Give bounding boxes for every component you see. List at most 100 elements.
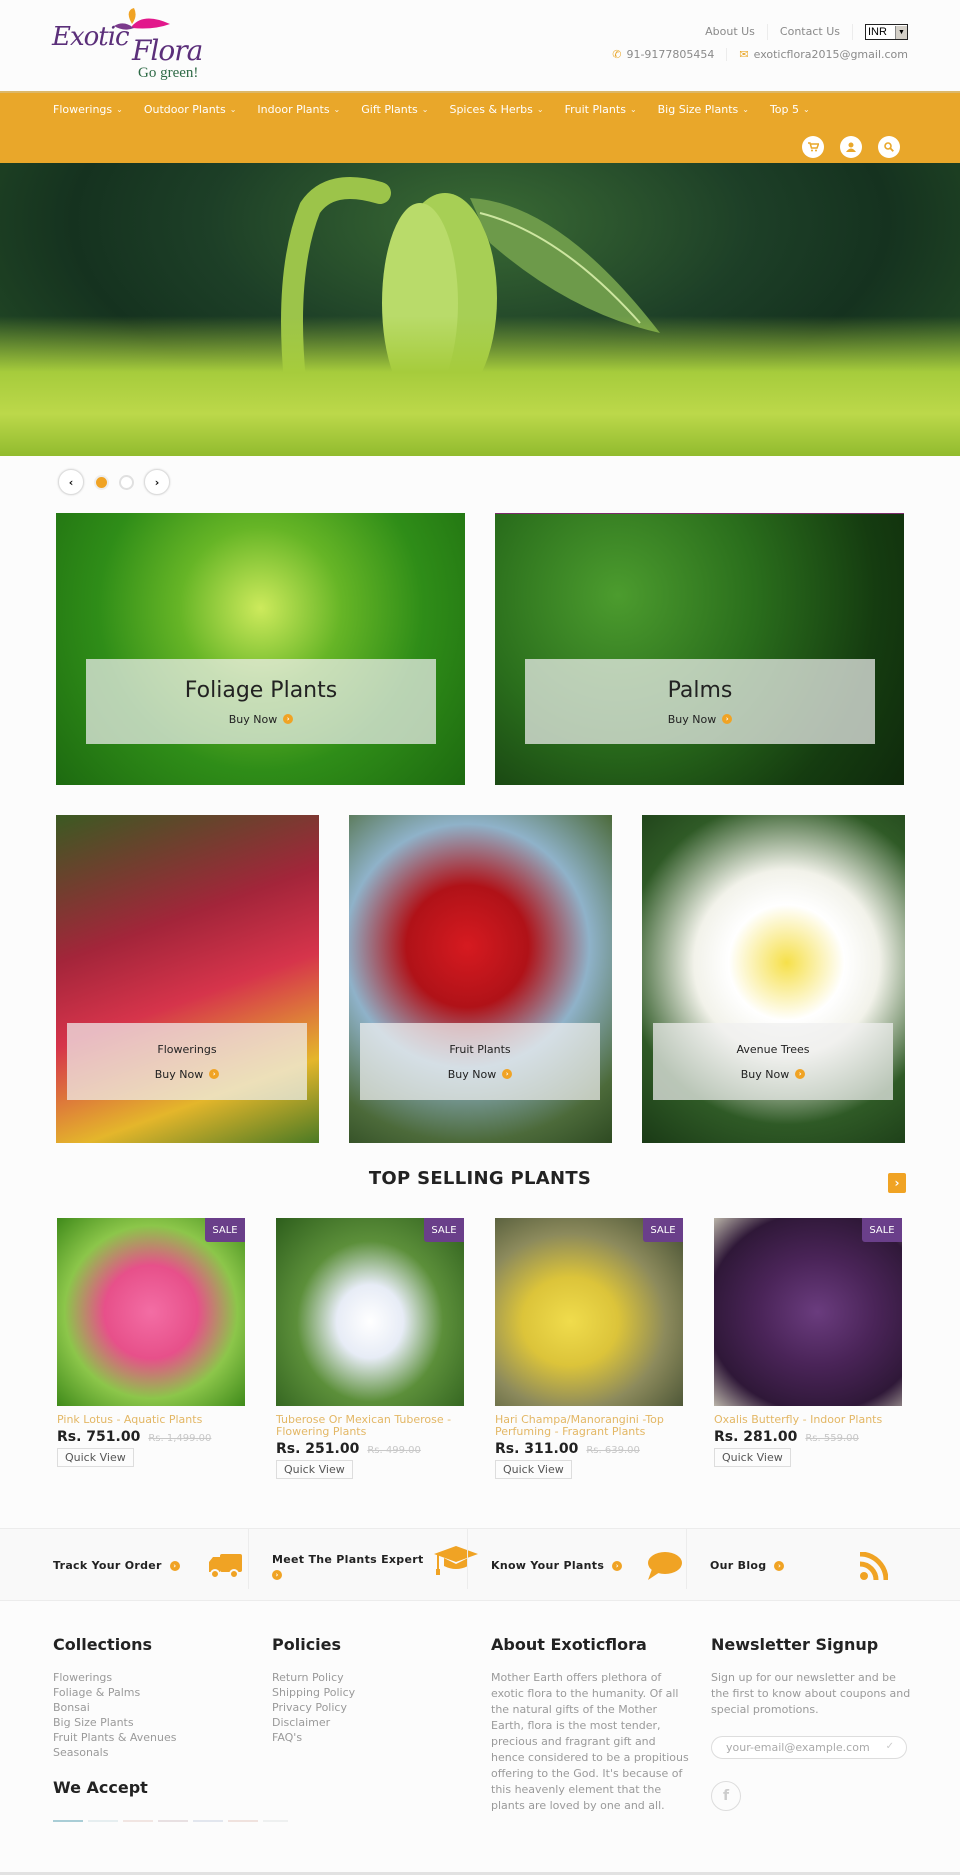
nav-label: Indoor Plants <box>257 103 330 116</box>
product-image[interactable]: SALE <box>495 1218 683 1406</box>
product-image[interactable]: SALE <box>57 1218 245 1406</box>
nav-item-spices-herbs[interactable]: Spices & Herbs ⌄ <box>449 103 543 116</box>
product-name[interactable]: Hari Champa/Manorangini -Top Perfuming -… <box>495 1414 683 1438</box>
currency-value: INR <box>868 26 887 38</box>
email-address[interactable]: exoticflora2015@gmail.com <box>754 48 908 61</box>
envelope-icon: ✉ <box>739 48 749 61</box>
product-price: Rs. 251.00 <box>276 1441 360 1457</box>
chevron-down-icon: ⌄ <box>333 105 341 114</box>
buy-now-link[interactable]: Buy Now › <box>229 713 294 726</box>
slider-dot-1[interactable] <box>94 474 109 490</box>
quick-view-button[interactable]: Quick View <box>714 1448 791 1467</box>
sale-badge: SALE <box>205 1218 245 1242</box>
nav-item-big-size-plants[interactable]: Big Size Plants ⌄ <box>658 103 749 116</box>
product-card: SALE Hari Champa/Manorangini -Top Perfum… <box>495 1218 683 1479</box>
footer-link[interactable]: Foliage & Palms <box>53 1685 177 1700</box>
quick-view-button[interactable]: Quick View <box>57 1448 134 1467</box>
contact-us-link[interactable]: Contact Us <box>768 24 853 40</box>
feature-know-plants[interactable]: Know Your Plants › <box>491 1529 683 1602</box>
email-placeholder: your-email@example.com <box>726 1741 870 1754</box>
carousel-next-button[interactable]: › <box>888 1173 906 1193</box>
footer-link[interactable]: Bonsai <box>53 1700 177 1715</box>
facebook-button[interactable]: f <box>711 1781 741 1811</box>
account-button[interactable] <box>840 136 862 158</box>
footer-link[interactable]: Seasonals <box>53 1745 177 1760</box>
feature-label: Track Your Order <box>53 1559 162 1572</box>
dropdown-arrow-icon: ▼ <box>895 25 907 39</box>
quick-view-button[interactable]: Quick View <box>276 1460 353 1479</box>
sale-badge: SALE <box>424 1218 464 1242</box>
slider-prev-button[interactable]: ‹ <box>58 469 84 495</box>
slider-controls: ‹ › <box>58 469 170 495</box>
arrow-circle-right-icon: › <box>272 1570 282 1580</box>
logo-tagline: Go green! <box>138 65 199 81</box>
footer-link[interactable]: Big Size Plants <box>53 1715 177 1730</box>
phone-icon: ✆ <box>612 48 622 61</box>
product-image[interactable]: SALE <box>276 1218 464 1406</box>
product-image[interactable]: SALE <box>714 1218 902 1406</box>
footer-link[interactable]: Disclaimer <box>272 1715 355 1730</box>
footer-link[interactable]: Shipping Policy <box>272 1685 355 1700</box>
search-button[interactable] <box>878 136 900 158</box>
quick-view-button[interactable]: Quick View <box>495 1460 572 1479</box>
banner-foliage-plants[interactable]: Foliage Plants Buy Now › <box>56 513 465 785</box>
banner-avenue-trees[interactable]: Avenue Trees Buy Now › <box>642 815 905 1143</box>
slider-next-button[interactable]: › <box>144 469 170 495</box>
footer-link[interactable]: Privacy Policy <box>272 1700 355 1715</box>
main-nav: Flowerings ⌄ Outdoor Plants ⌄ Indoor Plant… <box>0 91 960 163</box>
banner-fruit-plants[interactable]: Fruit Plants Buy Now › <box>349 815 612 1143</box>
footer-heading-newsletter: Newsletter Signup <box>711 1635 879 1654</box>
currency-select[interactable]: INR ▼ <box>865 24 908 40</box>
policies-list: Return Policy Shipping Policy Privacy Po… <box>272 1670 355 1745</box>
product-old-price: Rs. 559.00 <box>805 1433 859 1444</box>
newsletter-email-input[interactable]: your-email@example.com ✓ <box>711 1736 907 1759</box>
checkmark-submit-icon[interactable]: ✓ <box>886 1741 894 1752</box>
payment-mastercard-icon <box>88 1820 118 1822</box>
chevron-down-icon: ⌄ <box>536 105 544 114</box>
top-links: About Us Contact Us INR ▼ <box>693 24 908 40</box>
product-name[interactable]: Tuberose Or Mexican Tuberose - Flowering… <box>276 1414 464 1438</box>
nav-item-outdoor-plants[interactable]: Outdoor Plants ⌄ <box>144 103 237 116</box>
collections-list: Flowerings Foliage & Palms Bonsai Big Si… <box>53 1670 177 1760</box>
rss-icon <box>860 1551 889 1580</box>
nav-item-gift-plants[interactable]: Gift Plants ⌄ <box>361 103 428 116</box>
buy-now-link[interactable]: Buy Now › <box>448 1068 513 1081</box>
nav-label: Flowerings <box>53 103 113 116</box>
cart-button[interactable] <box>802 136 824 158</box>
buy-now-link[interactable]: Buy Now › <box>741 1068 806 1081</box>
about-text: Mother Earth offers plethora of exotic f… <box>491 1671 689 1812</box>
product-name[interactable]: Oxalis Butterfly - Indoor Plants <box>714 1414 902 1426</box>
buy-now-label: Buy Now <box>154 1067 204 1081</box>
buy-now-link[interactable]: Buy Now › <box>668 713 733 726</box>
slider-dot-2[interactable] <box>119 474 134 490</box>
nav-item-fruit-plants[interactable]: Fruit Plants ⌄ <box>565 103 637 116</box>
chevron-down-icon: ⌄ <box>742 105 749 114</box>
nav-item-indoor-plants[interactable]: Indoor Plants ⌄ <box>257 103 340 116</box>
product-old-price: Rs. 1,499.00 <box>148 1433 212 1444</box>
buy-now-link[interactable]: Buy Now › <box>154 1067 220 1081</box>
footer-link[interactable]: Flowerings <box>53 1670 177 1685</box>
banner-flowerings[interactable]: Flowerings Buy Now › <box>56 815 319 1143</box>
nav-label: Spices & Herbs <box>449 103 533 116</box>
footer-heading-about: About Exoticflora <box>491 1635 647 1654</box>
footer-link[interactable]: Return Policy <box>272 1670 355 1685</box>
logo[interactable]: Exotic Flora Go green! <box>52 8 212 84</box>
feature-our-blog[interactable]: Our Blog › <box>710 1529 889 1602</box>
footer-link[interactable]: Fruit Plants & Avenues <box>53 1730 177 1745</box>
feature-track-order[interactable]: Track Your Order › <box>53 1529 242 1602</box>
payment-amex-icon <box>123 1820 153 1822</box>
nav-label: Big Size Plants <box>657 103 739 116</box>
payment-discover-icon <box>158 1820 188 1822</box>
footer-link[interactable]: FAQ's <box>272 1730 355 1745</box>
nav-item-top-5[interactable]: Top 5 ⌄ <box>770 103 810 116</box>
user-icon <box>846 142 856 152</box>
product-price: Rs. 311.00 <box>495 1441 579 1457</box>
feature-plants-expert[interactable]: Meet The Plants Expert › <box>272 1529 478 1602</box>
product-name[interactable]: Pink Lotus - Aquatic Plants <box>57 1414 245 1426</box>
nav-item-flowerings[interactable]: Flowerings ⌄ <box>53 103 123 116</box>
feature-label: Meet The Plants Expert <box>272 1553 424 1566</box>
about-us-link[interactable]: About Us <box>693 24 768 40</box>
banner-palms[interactable]: Palms Buy Now › <box>495 513 904 785</box>
feature-label: Know Your Plants <box>491 1559 605 1572</box>
payment-visa-icon <box>53 1820 83 1822</box>
